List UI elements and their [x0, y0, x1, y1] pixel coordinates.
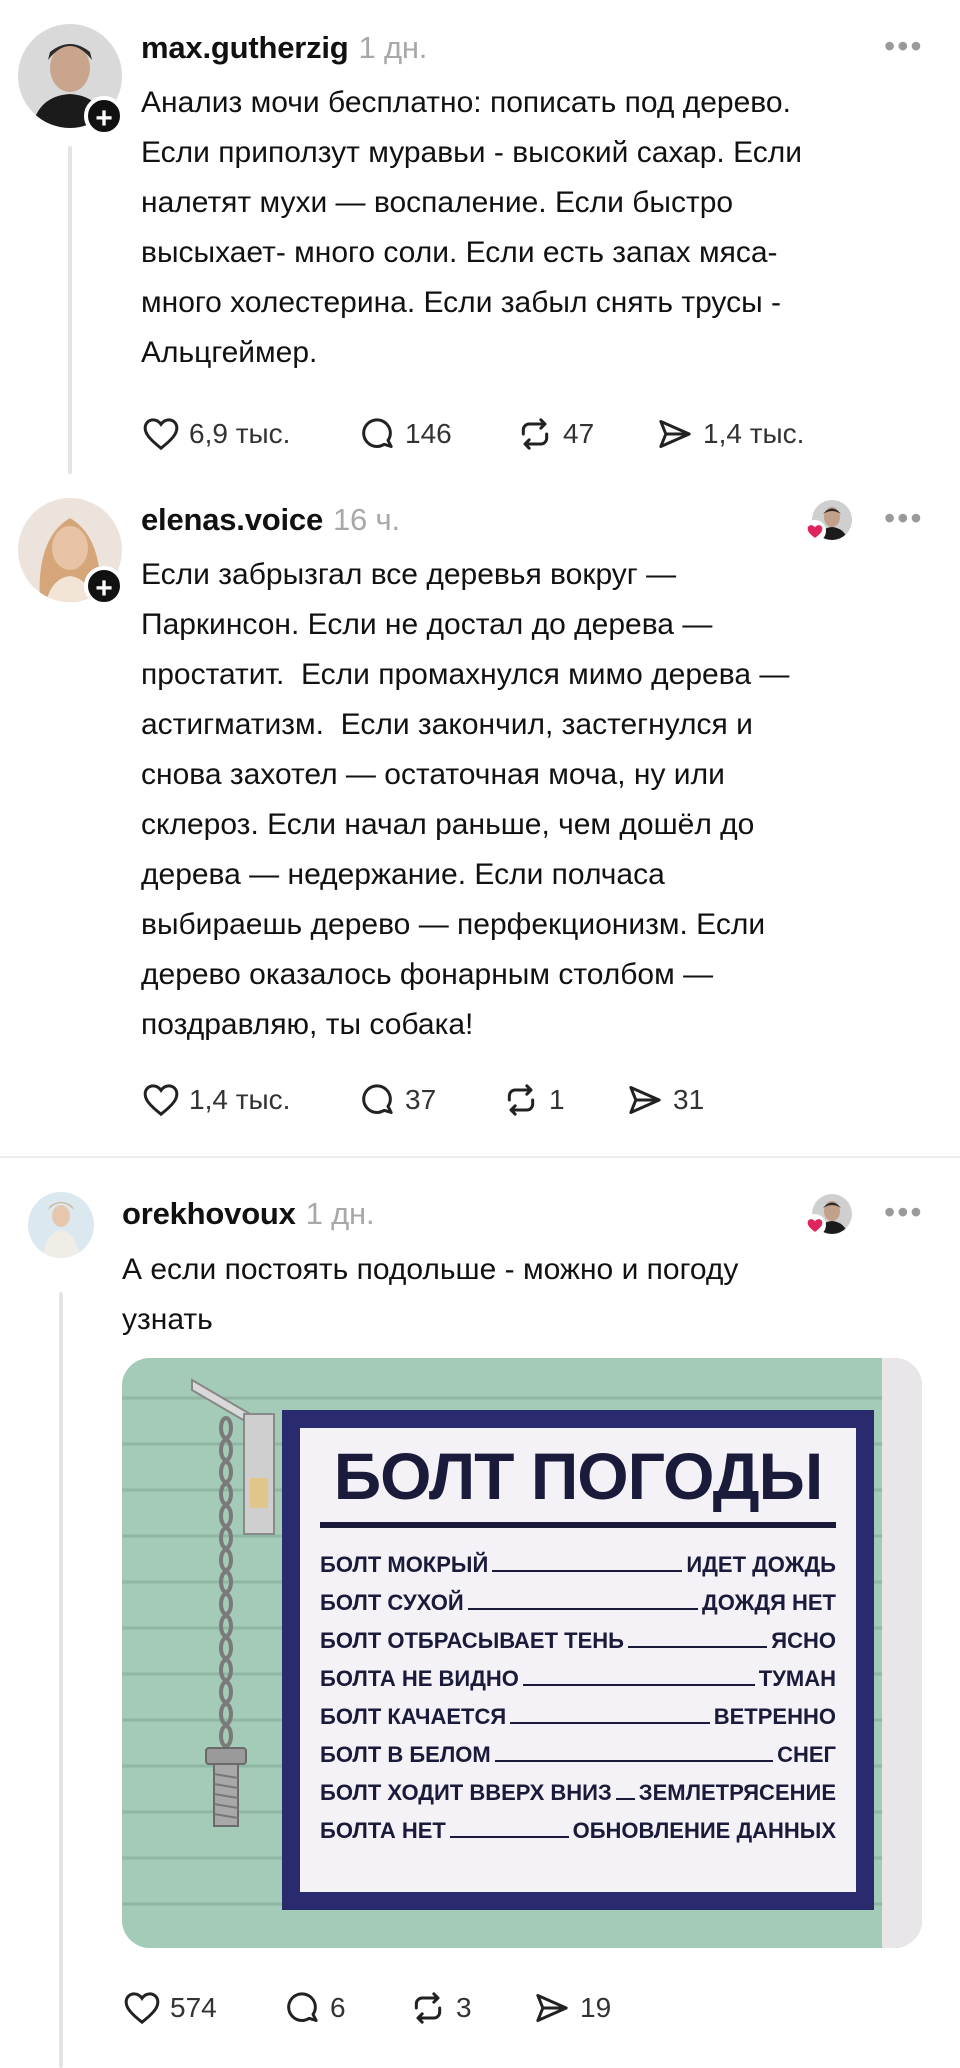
sign-separator [320, 1522, 836, 1528]
like-button[interactable]: 574 [122, 1988, 282, 2028]
username[interactable]: orekhovoux 1 дн. [122, 1196, 375, 1232]
post-time: 1 дн. [305, 1196, 375, 1231]
share-button[interactable]: 19 [532, 1988, 611, 2028]
repost-icon [414, 1992, 442, 2024]
more-options-icon[interactable]: ••• [884, 1194, 924, 1231]
comment-bubble-icon [362, 1084, 393, 1114]
heart-badge-icon [804, 520, 826, 542]
heart-icon [124, 1992, 160, 2025]
action-bar: 1,4 тыс. 37 1 31 [141, 1080, 704, 1120]
repost-icon [521, 418, 549, 450]
like-count: 574 [170, 1992, 217, 2023]
share-count: 1,4 тыс. [703, 418, 805, 449]
comment-count: 37 [405, 1084, 437, 1115]
share-button[interactable]: 31 [625, 1080, 704, 1120]
avatar[interactable] [28, 1192, 94, 1258]
thread-line [59, 1292, 63, 2068]
comment-count: 146 [405, 418, 452, 449]
username-text[interactable]: orekhovoux [122, 1196, 296, 1231]
divider [0, 1156, 960, 1158]
action-bar: 574 6 3 19 [122, 1988, 611, 2028]
share-send-icon [629, 1086, 661, 1114]
post-image[interactable]: БОЛТ ПОГОДЫ БОЛТ МОКРЫЙ ИДЕТ ДОЖДЬ БОЛТ С… [122, 1358, 922, 1948]
sign-row: БОЛТ ОТБРАСЫВАЕТ ТЕНЬ ЯСНО [320, 1628, 836, 1653]
share-count: 31 [673, 1084, 705, 1115]
more-options-icon[interactable]: ••• [884, 28, 924, 65]
repost-button[interactable]: 3 [408, 1988, 532, 2028]
post-text: Если забрызгал все деревья вокруг — Парк… [141, 558, 790, 1041]
heart-icon [143, 1084, 179, 1117]
repost-button[interactable]: 47 [515, 414, 655, 454]
post-time: 1 дн. [358, 30, 428, 65]
weather-bolt-sign: БОЛТ ПОГОДЫ БОЛТ МОКРЫЙ ИДЕТ ДОЖДЬ БОЛТ С… [282, 1410, 874, 1910]
comment-button[interactable]: 146 [357, 414, 515, 454]
thread-line [68, 146, 72, 474]
comment-count: 6 [330, 1992, 346, 2023]
like-count: 6,9 тыс. [189, 418, 291, 449]
username[interactable]: max.gutherzig 1 дн. [141, 30, 427, 66]
repost-button[interactable]: 1 [501, 1080, 625, 1120]
like-button[interactable]: 1,4 тыс. [141, 1080, 357, 1120]
username-text[interactable]: elenas.voice [141, 502, 323, 537]
follow-plus-icon[interactable]: + [84, 566, 124, 606]
comment-bubble-icon [287, 1992, 318, 2022]
share-button[interactable]: 1,4 тыс. [655, 414, 804, 454]
sign-row: БОЛТ КАЧАЕТСЯ ВЕТРЕННО [320, 1704, 836, 1729]
heart-badge-icon [804, 1214, 826, 1236]
follow-plus-icon[interactable]: + [84, 96, 124, 136]
share-send-icon [536, 1994, 568, 2022]
sign-title: БОЛТ ПОГОДЫ [333, 1439, 824, 1513]
sign-row: БОЛТ МОКРЫЙ ИДЕТ ДОЖДЬ [320, 1552, 836, 1577]
sign-row: БОЛТ СУХОЙ ДОЖДЯ НЕТ [320, 1590, 836, 1615]
post-text: А если постоять подольше - можно и погод… [122, 1253, 739, 1336]
post-time: 16 ч. [333, 502, 400, 537]
repost-icon [507, 1084, 535, 1116]
like-count: 1,4 тыс. [189, 1084, 291, 1115]
repost-count: 1 [549, 1084, 565, 1115]
like-button[interactable]: 6,9 тыс. [141, 414, 357, 454]
sign-row: БОЛТ ХОДИТ ВВЕРХ ВНИЗ ЗЕМЛЕТРЯСЕНИЕ [320, 1780, 836, 1805]
sign-row: БОЛТА НЕ ВИДНО ТУМАН [320, 1666, 836, 1691]
comment-bubble-icon [362, 418, 393, 448]
comment-button[interactable]: 6 [282, 1988, 408, 2028]
action-bar: 6,9 тыс. 146 47 1,4 тыс. [141, 414, 804, 454]
heart-icon [143, 418, 179, 451]
post-text: Анализ мочи бесплатно: пописать под дере… [141, 86, 803, 369]
repost-count: 47 [563, 418, 595, 449]
comment-button[interactable]: 37 [357, 1080, 501, 1120]
more-options-icon[interactable]: ••• [884, 500, 924, 537]
username-text[interactable]: max.gutherzig [141, 30, 349, 65]
share-count: 19 [580, 1992, 612, 2023]
sign-row: БОЛТА НЕТ ОБНОВЛЕНИЕ ДАННЫХ [320, 1818, 836, 1843]
sign-row: БОЛТ В БЕЛОМ СНЕГ [320, 1742, 836, 1767]
share-send-icon [659, 420, 691, 448]
repost-count: 3 [456, 1992, 472, 2023]
username[interactable]: elenas.voice 16 ч. [141, 502, 400, 538]
